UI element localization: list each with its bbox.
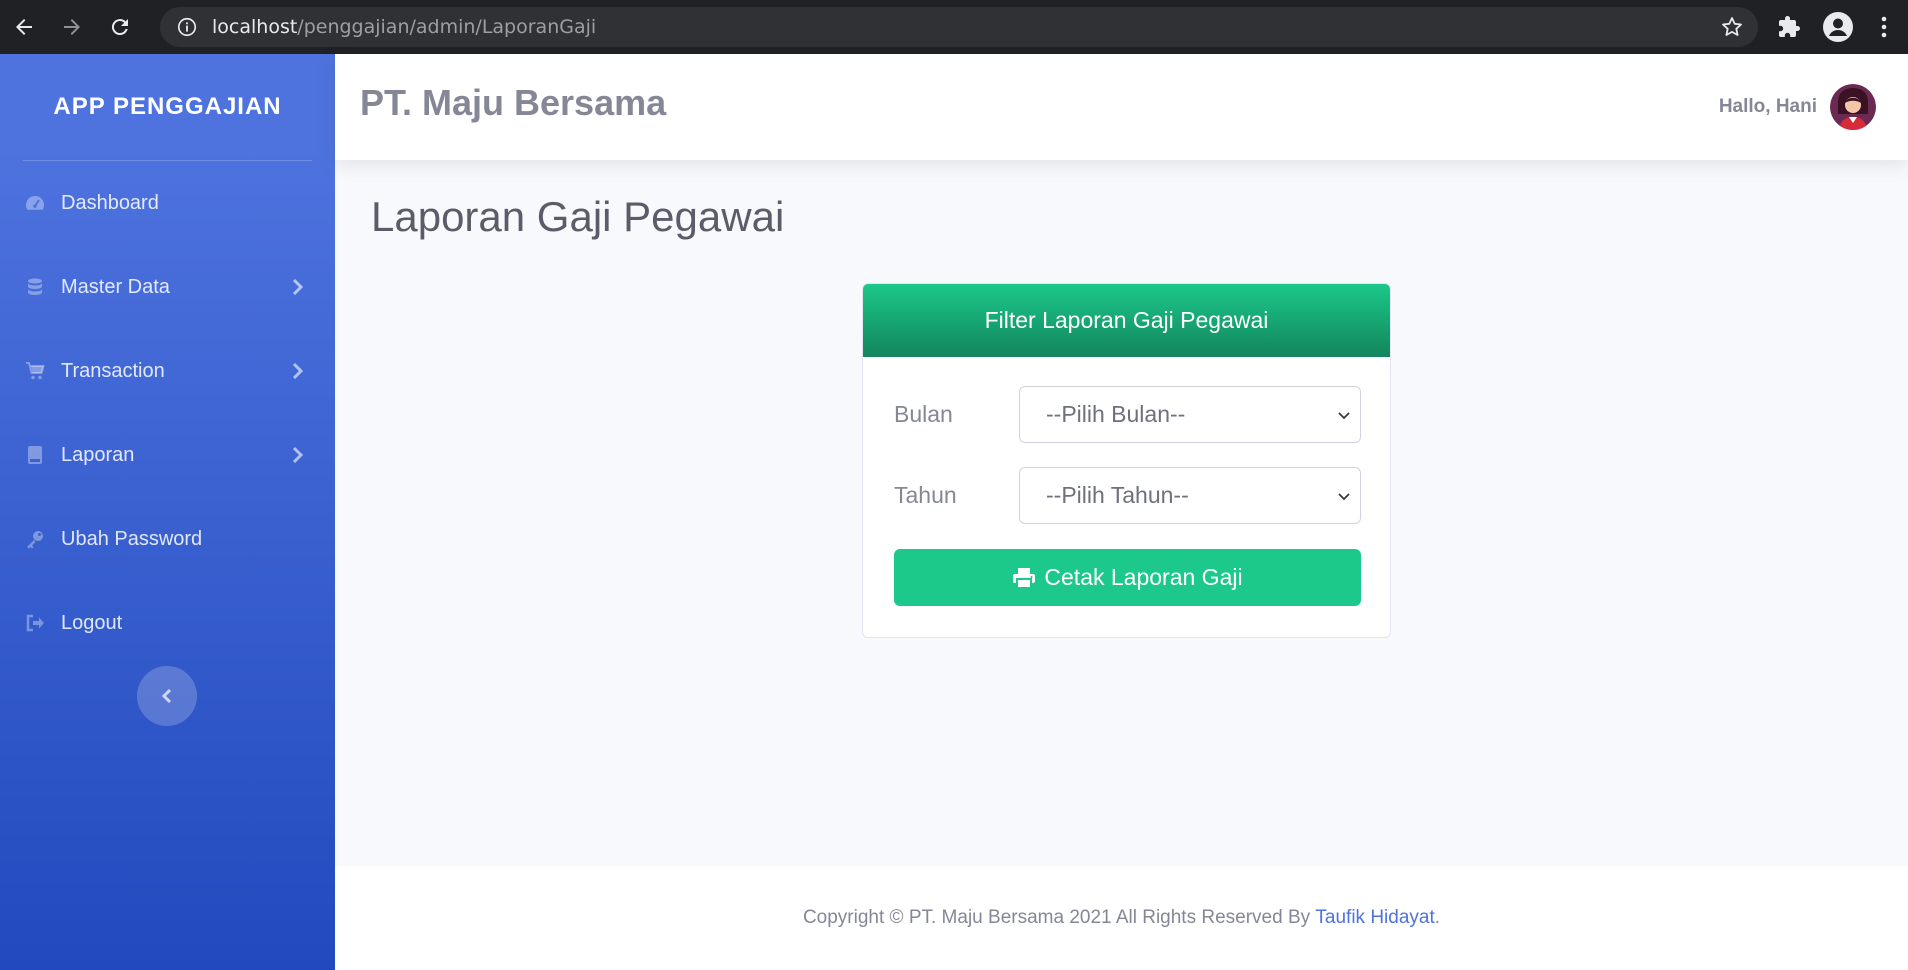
footer-suffix: . (1434, 907, 1441, 928)
company-name: PT. Maju Bersama (360, 82, 667, 123)
user-avatar-icon (1830, 84, 1876, 130)
url-text: localhost/penggajian/admin/LaporanGaji (212, 16, 596, 38)
database-icon (25, 277, 45, 297)
sidebar-item-label: Master Data (61, 275, 170, 298)
sidebar-brand[interactable]: APP PENGGAJIAN (0, 54, 335, 160)
month-label: Bulan (894, 401, 953, 427)
chevron-right-icon (292, 362, 304, 380)
chevron-down-icon (1338, 412, 1350, 420)
extensions-button[interactable] (1773, 11, 1805, 43)
filter-card: Filter Laporan Gaji Pegawai Bulan --Pili… (862, 283, 1391, 638)
arrow-right-icon (64, 19, 80, 35)
sidebar-item-dashboard[interactable]: Dashboard (0, 161, 335, 245)
sidebar-item-label: Logout (61, 611, 123, 634)
chevron-left-icon (161, 688, 172, 704)
back-button[interactable] (0, 0, 48, 54)
sidebar-toggle-button[interactable] (137, 666, 197, 726)
shopping-cart-icon (25, 361, 45, 381)
tachometer-icon (25, 193, 45, 213)
month-row: Bulan --Pilih Bulan-- (894, 386, 1361, 443)
bookmark-star-icon[interactable] (1720, 15, 1744, 39)
key-icon (25, 529, 45, 549)
account-icon (1823, 12, 1853, 42)
address-bar[interactable]: localhost/penggajian/admin/LaporanGaji (160, 7, 1758, 47)
url-path: /penggajian/admin/LaporanGaji (297, 16, 597, 38)
info-icon (177, 17, 197, 37)
year-select-value: --Pilih Tahun-- (1046, 482, 1189, 508)
year-select[interactable]: --Pilih Tahun-- (1019, 467, 1361, 524)
printer-icon (1013, 567, 1036, 589)
sidebar-item-label: Transaction (61, 359, 165, 382)
forward-button[interactable] (48, 0, 96, 54)
sidebar-item-master-data[interactable]: Master Data (0, 245, 335, 329)
arrow-left-icon (16, 19, 32, 35)
sidebar-item-ubah-password[interactable]: Ubah Password (0, 497, 335, 581)
browser-toolbar: localhost/penggajian/admin/LaporanGaji (0, 0, 1908, 54)
chevron-down-icon (1338, 493, 1350, 501)
avatar[interactable] (1830, 84, 1876, 130)
browser-menu-button[interactable] (1868, 11, 1900, 43)
page-title: Laporan Gaji Pegawai (371, 193, 785, 240)
year-label: Tahun (894, 482, 957, 508)
sign-out-icon (25, 613, 45, 633)
month-select-value: --Pilih Bulan-- (1046, 401, 1186, 427)
filter-card-header: Filter Laporan Gaji Pegawai (863, 284, 1390, 357)
book-icon (25, 445, 45, 465)
sidebar-item-laporan[interactable]: Laporan (0, 413, 335, 497)
sidebar-item-transaction[interactable]: Transaction (0, 329, 335, 413)
month-select[interactable]: --Pilih Bulan-- (1019, 386, 1361, 443)
more-vert-icon (1881, 16, 1887, 38)
sidebar-item-label: Laporan (61, 443, 135, 466)
year-row: Tahun --Pilih Tahun-- (894, 467, 1361, 524)
url-host: localhost (212, 16, 298, 38)
chevron-right-icon (292, 446, 304, 464)
sidebar-item-label: Ubah Password (61, 527, 203, 550)
profile-button[interactable] (1822, 11, 1854, 43)
print-report-button[interactable]: Cetak Laporan Gaji (894, 549, 1361, 606)
reload-button[interactable] (96, 0, 144, 54)
puzzle-icon (1779, 16, 1800, 37)
print-button-label: Cetak Laporan Gaji (1044, 564, 1243, 590)
footer: Copyright © PT. Maju Bersama 2021 All Ri… (335, 866, 1908, 970)
sidebar: APP PENGGAJIAN Dashboard Master Data Tra… (0, 54, 335, 970)
sidebar-item-label: Dashboard (61, 191, 159, 214)
chevron-right-icon (292, 278, 304, 296)
topbar: PT. Maju Bersama Hallo, Hani (335, 54, 1908, 160)
user-greeting[interactable]: Hallo, Hani (1719, 96, 1817, 118)
sidebar-item-logout[interactable]: Logout (0, 581, 335, 665)
reload-icon (111, 19, 128, 36)
footer-author-link[interactable]: Taufik Hidayat (1315, 907, 1434, 929)
footer-copyright: Copyright © PT. Maju Bersama 2021 All Ri… (802, 907, 1316, 928)
